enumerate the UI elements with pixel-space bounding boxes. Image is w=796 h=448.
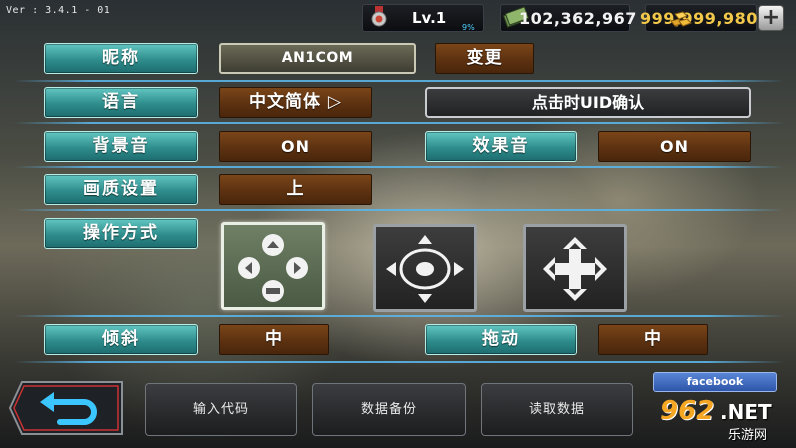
load-data-button[interactable]: 读取数据: [481, 383, 633, 436]
watermark-sub: 乐游网: [728, 428, 768, 443]
version-text: Ver : 3.4.1 - 01: [6, 5, 111, 16]
cash-amount: 102,362,967: [519, 9, 637, 28]
drag-select[interactable]: 中: [598, 324, 708, 355]
bgm-toggle[interactable]: ON: [219, 131, 372, 162]
dpad-icon: [543, 237, 607, 301]
nickname-label: 昵称: [44, 43, 198, 74]
separator: [14, 315, 784, 317]
quality-select[interactable]: 上: [219, 174, 372, 205]
separator: [14, 80, 784, 82]
control-option-buttons[interactable]: [221, 222, 325, 310]
separator: [14, 122, 784, 124]
facebook-button[interactable]: facebook: [653, 372, 777, 392]
quality-label: 画质设置: [44, 174, 198, 205]
nickname-field[interactable]: AN1COM: [219, 43, 416, 74]
watermark-suffix: .NET: [720, 400, 772, 424]
separator: [14, 361, 784, 363]
medal-icon: [371, 6, 387, 27]
tilt-select[interactable]: 中: [219, 324, 329, 355]
language-label: 语言: [44, 87, 198, 118]
backup-data-button[interactable]: 数据备份: [312, 383, 466, 436]
uid-confirm-button[interactable]: 点击时UID确认: [425, 87, 751, 118]
control-option-dpad[interactable]: [523, 224, 627, 312]
watermark-brand: 962: [660, 396, 715, 426]
language-select[interactable]: 中文简体 ▷: [219, 87, 372, 118]
site-watermark: 962 .NET 乐游网: [656, 394, 792, 444]
control-option-analog[interactable]: [373, 224, 477, 312]
enter-code-button[interactable]: 输入代码: [145, 383, 297, 436]
level-progress: 9%: [462, 23, 475, 32]
separator: [14, 166, 784, 168]
analog-stick-icon: [386, 235, 464, 303]
sfx-label: 效果音: [425, 131, 577, 162]
change-nickname-button[interactable]: 变更: [435, 43, 534, 74]
sfx-toggle[interactable]: ON: [598, 131, 751, 162]
tilt-label: 倾斜: [44, 324, 198, 355]
drag-label: 拖动: [425, 324, 577, 355]
control-label: 操作方式: [44, 218, 198, 249]
back-button[interactable]: [8, 380, 124, 436]
bgm-label: 背景音: [44, 131, 198, 162]
separator: [14, 209, 784, 211]
gold-bars-icon: [670, 11, 692, 27]
level-text: Lv.1: [412, 9, 447, 27]
add-currency-button[interactable]: +: [758, 5, 784, 31]
button-pad-icon: [238, 234, 308, 302]
gold-amount: 999,999,980: [640, 9, 758, 28]
